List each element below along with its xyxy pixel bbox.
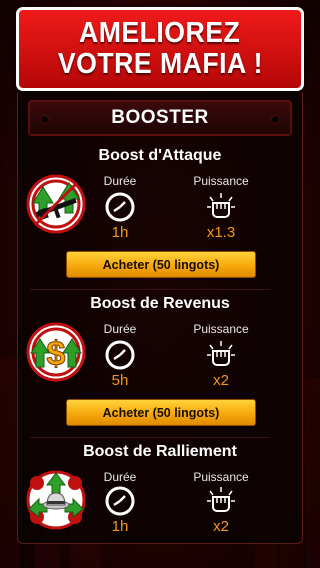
power-label: Puissance (193, 470, 249, 484)
buy-revenue-button[interactable]: Acheter (50 lingots) (66, 399, 256, 426)
power-value: x2 (213, 372, 229, 389)
fist-icon (207, 341, 235, 366)
banner-line-1: AMELIOREZ (79, 17, 241, 49)
power-label: Puissance (193, 322, 249, 336)
rivet-left (40, 115, 49, 124)
buy-attack-button[interactable]: Acheter (50 lingots) (66, 251, 256, 278)
rifle-icon (26, 174, 86, 234)
divider (30, 437, 270, 438)
power-value: x1.3 (206, 224, 236, 241)
boost-revenue: Boost de Revenus $ Durée 5h Puissance x2… (17, 295, 303, 435)
duration-label: Durée (103, 470, 137, 484)
duration-value: 1h (111, 518, 129, 535)
banner-line-2: VOTRE MAFIA ! (57, 48, 263, 80)
clock-icon (105, 340, 135, 370)
boost-title: Boost de Revenus (90, 295, 230, 312)
promo-banner: AMELIOREZ VOTRE MAFIA ! (16, 7, 304, 91)
duration-value: 5h (111, 372, 129, 389)
power-value: x2 (213, 518, 229, 535)
booster-title: BOOSTER (111, 107, 209, 128)
svg-text:$: $ (47, 335, 66, 373)
boost-rally: Boost de Ralliement Durée 1h Puissance x… (17, 443, 303, 543)
booster-header: BOOSTER (28, 100, 292, 136)
clock-icon (105, 192, 135, 222)
boost-attack: Boost d'Attaque Durée 1h Puissance x1.3 … (17, 147, 303, 287)
dollar-icon: $ (26, 322, 86, 382)
power-label: Puissance (193, 174, 249, 188)
fist-icon (207, 487, 235, 512)
duration-label: Durée (103, 174, 137, 188)
duration-label: Durée (103, 322, 137, 336)
duration-value: 1h (111, 224, 129, 241)
boost-title: Boost de Ralliement (83, 443, 237, 460)
boost-title: Boost d'Attaque (98, 147, 222, 164)
fist-icon (207, 193, 235, 218)
divider (30, 289, 270, 290)
clock-icon (105, 486, 135, 516)
rivet-right (271, 115, 280, 124)
fedora-icon (26, 470, 86, 530)
